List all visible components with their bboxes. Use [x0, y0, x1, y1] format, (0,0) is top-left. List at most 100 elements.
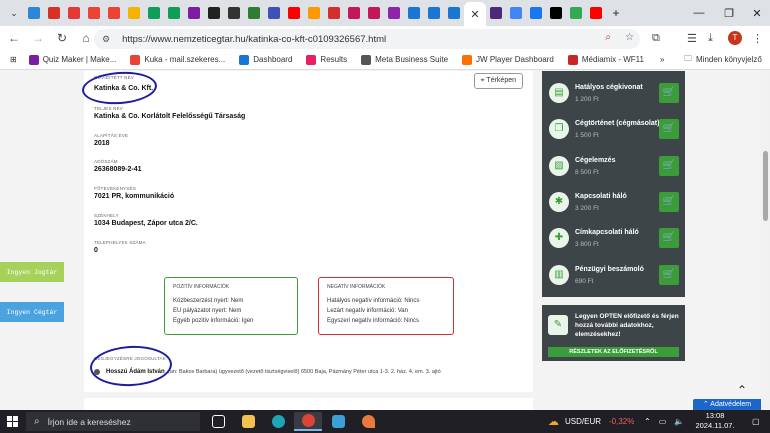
browser-tab[interactable]	[284, 0, 304, 26]
browser-tab[interactable]	[144, 0, 164, 26]
minimize-icon[interactable]: —	[684, 0, 714, 26]
browser-tab[interactable]	[424, 0, 444, 26]
browser-tab[interactable]	[264, 0, 284, 26]
browser-tab[interactable]	[364, 0, 384, 26]
browser-tab[interactable]	[164, 0, 184, 26]
browser-tab[interactable]	[64, 0, 84, 26]
browser-tab[interactable]	[184, 0, 204, 26]
currency-widget[interactable]: ☁ USD/EUR -0,32%	[548, 410, 634, 433]
browser-tab[interactable]	[546, 0, 566, 26]
cart-icon[interactable]: 🛒	[659, 119, 679, 140]
cart-icon[interactable]: 🛒	[659, 264, 679, 285]
browser-tab[interactable]	[526, 0, 546, 26]
bookmark-item[interactable]: Kuka - mail.szekeres...	[130, 54, 225, 65]
service-item[interactable]: ▤ Hatályos cégkivonat 1 200 Ft 🛒	[542, 79, 685, 115]
map-button[interactable]: ⌖ Térképen	[473, 73, 523, 89]
browser-tab[interactable]	[344, 0, 364, 26]
browser-tab[interactable]	[304, 0, 324, 26]
browser-tab[interactable]	[224, 0, 244, 26]
browser-tab[interactable]	[486, 0, 506, 26]
cart-icon[interactable]: 🛒	[659, 83, 679, 103]
reading-list-icon[interactable]: ☰	[687, 26, 697, 50]
profile-avatar[interactable]: T	[728, 26, 742, 50]
address-bar[interactable]: ⚙ https://www.nemzeticegtar.hu/katinka-c…	[94, 29, 640, 49]
chrome-icon[interactable]	[294, 412, 322, 431]
explorer-icon[interactable]	[234, 412, 262, 431]
url-text[interactable]: https://www.nemzeticegtar.hu/katinka-co-…	[122, 34, 386, 45]
search-lens-icon[interactable]: ⌕	[605, 32, 611, 43]
browser-tab[interactable]	[44, 0, 64, 26]
browser-tab[interactable]	[244, 0, 264, 26]
notepad-icon[interactable]	[324, 412, 352, 431]
maximize-icon[interactable]: ❐	[714, 0, 744, 26]
browser-tab[interactable]	[124, 0, 144, 26]
browser-tab[interactable]	[404, 0, 424, 26]
annotation-circle-signatory	[89, 343, 173, 389]
browser-tab[interactable]	[586, 0, 606, 26]
site-info-icon[interactable]: ⚙	[102, 34, 110, 45]
negative-info-title: Negatív információk	[327, 284, 386, 290]
bookmarks-overflow-icon[interactable]: »	[660, 55, 664, 64]
back-button[interactable]: ←	[2, 26, 26, 50]
privacy-button[interactable]: ⌃ Adatvédelem	[693, 399, 761, 410]
cart-icon[interactable]: 🛒	[659, 228, 679, 249]
seat-label: Székhely	[94, 213, 119, 218]
browser-tab[interactable]	[444, 0, 464, 26]
browser-tab[interactable]	[506, 0, 526, 26]
plus-icon[interactable]: +	[606, 0, 626, 26]
extensions-icon[interactable]: ⧉	[652, 26, 660, 50]
bookmarks-bar: ⊞ Quiz Maker | Make... Kuka - mail.szeker…	[0, 50, 770, 70]
bookmark-item[interactable]: Médiamix - WF11	[567, 54, 644, 65]
tab-favicon-icon	[128, 7, 140, 19]
service-item[interactable]: ▨ Cégelemzés 8 500 Ft 🛒	[542, 152, 685, 188]
apps-grid-icon[interactable]: ⊞	[10, 55, 17, 64]
start-button[interactable]	[0, 410, 24, 433]
edge-icon[interactable]	[264, 412, 292, 431]
active-tab[interactable]: ✕	[464, 2, 486, 26]
service-item[interactable]: ✱ Kapcsolati háló 3 200 Ft 🛒	[542, 188, 685, 224]
forward-button[interactable]: →	[26, 26, 50, 50]
download-icon[interactable]: ⤓	[708, 26, 713, 50]
bookmark-item[interactable]: Results	[306, 54, 347, 65]
bookmark-item[interactable]: Meta Business Suite	[361, 54, 448, 65]
reload-button[interactable]: ↻	[50, 26, 74, 50]
free-cegtar-tag[interactable]: Ingyen Cégtár	[0, 302, 64, 322]
taskbar-search[interactable]: ⌕ Írjon ide a kereséshez	[26, 412, 200, 431]
cart-icon[interactable]: 🛒	[659, 155, 679, 176]
bookmark-item[interactable]: Quiz Maker | Make...	[28, 54, 116, 65]
bookmark-star-icon[interactable]: ☆	[625, 32, 634, 43]
browser-tab[interactable]	[324, 0, 344, 26]
all-bookmarks-folder[interactable]: 🗀 Minden könyvjelző	[684, 53, 762, 67]
sites-label: Telephelyek száma	[94, 240, 146, 245]
positive-info-line: Egyéb pozitív információ: Igen	[173, 318, 254, 324]
scroll-thumb[interactable]	[763, 151, 768, 221]
clock[interactable]: 13:08 2024.11.07.	[694, 411, 736, 431]
chevron-up-icon[interactable]: ⌃	[644, 417, 651, 426]
browser-tab[interactable]	[384, 0, 404, 26]
page-scrollbar[interactable]	[761, 71, 770, 410]
volume-icon[interactable]: 🔈	[674, 417, 684, 426]
service-item[interactable]: ▥ Pénzügyi beszámoló 690 Ft 🛒	[542, 261, 685, 297]
notifications-icon[interactable]: ▢	[752, 410, 760, 433]
browser-tab[interactable]	[204, 0, 224, 26]
bookmark-item[interactable]: JW Player Dashboard	[462, 54, 554, 65]
subscription-details-button[interactable]: RÉSZLETEK AZ ELŐFIZETÉSRŐL	[548, 347, 679, 357]
close-window-icon[interactable]: ✕	[742, 0, 770, 26]
service-item[interactable]: ❐ Cégtörténet (cégmásolat) 1 500 Ft 🛒	[542, 115, 685, 151]
browser-tab[interactable]	[84, 0, 104, 26]
tab-search-dropdown[interactable]: ⌄	[4, 0, 24, 26]
bookmark-item[interactable]: Dashboard	[239, 54, 292, 65]
bookmark-favicon-icon	[306, 54, 317, 65]
browser-tab[interactable]	[104, 0, 124, 26]
paint-icon[interactable]	[354, 412, 382, 431]
menu-icon[interactable]: ⋮	[752, 26, 763, 50]
service-item[interactable]: ✚ Címkapcsolati háló 3 800 Ft 🛒	[542, 224, 685, 260]
free-jogtar-tag[interactable]: Ingyen Jogtár	[0, 262, 64, 282]
browser-tab[interactable]	[24, 0, 44, 26]
close-tab-icon[interactable]: ✕	[470, 8, 479, 21]
cart-icon[interactable]: 🛒	[659, 191, 679, 212]
network-icon[interactable]: ▭	[659, 417, 667, 426]
task-view-icon[interactable]	[204, 412, 232, 431]
browser-tab[interactable]	[566, 0, 586, 26]
document-icon: ▤	[549, 83, 569, 103]
